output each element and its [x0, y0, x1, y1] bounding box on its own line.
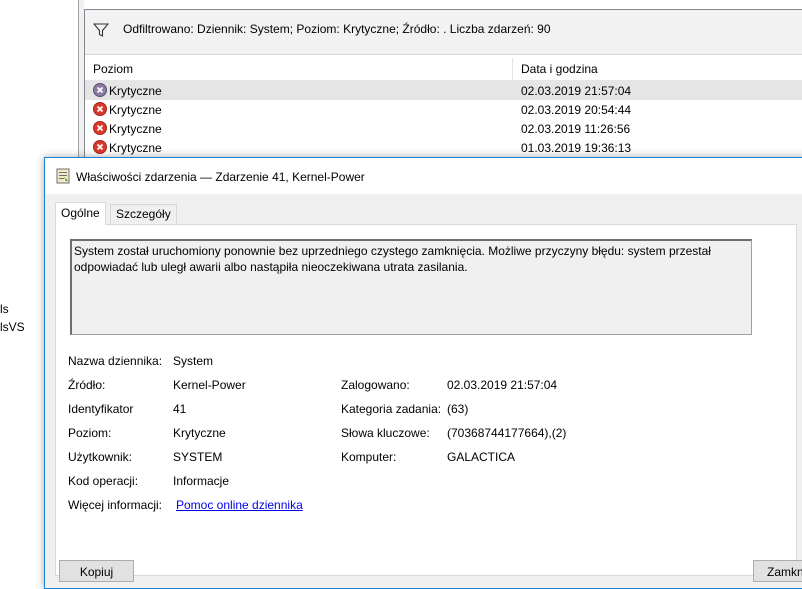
opcode-value: Informacje — [173, 474, 230, 488]
critical-error-icon — [93, 102, 107, 116]
title-bar[interactable]: Właściwości zdarzenia — Zdarzenie 41, Ke… — [45, 158, 802, 194]
filter-summary: Odfiltrowano: Dziennik: System; Poziom: … — [123, 22, 551, 36]
datetime-cell: 02.03.2019 20:54:44 — [521, 103, 632, 117]
computer-value: GALACTICA — [447, 450, 516, 464]
log-name-value: System — [173, 354, 214, 368]
level-cell: Krytyczne — [109, 141, 162, 155]
filter-bar: Odfiltrowano: Dziennik: System; Poziom: … — [85, 10, 802, 55]
event-properties-window: Właściwości zdarzenia — Zdarzenie 41, Ke… — [44, 157, 802, 589]
datetime-cell: 02.03.2019 21:57:04 — [521, 84, 632, 98]
more-info-label: Więcej informacji: — [68, 498, 163, 512]
tree-item[interactable]: ls — [0, 302, 9, 316]
table-row[interactable]: Krytyczne 02.03.2019 11:26:56 — [85, 119, 802, 138]
source-label: Źródło: — [68, 378, 106, 392]
opcode-label: Kod operacji: — [68, 474, 139, 488]
log-name-label: Nazwa dziennika: — [68, 354, 163, 368]
critical-error-icon — [93, 83, 107, 97]
copy-button[interactable]: Kopiuj — [59, 560, 134, 582]
close-button[interactable]: Zamkn — [753, 560, 802, 582]
level-cell: Krytyczne — [109, 122, 162, 136]
event-id-value: 41 — [173, 402, 187, 416]
event-properties-icon — [56, 168, 70, 184]
critical-error-icon — [93, 140, 107, 154]
table-row[interactable]: Krytyczne 02.03.2019 20:54:44 — [85, 100, 802, 119]
event-id-label: Identyfikator — [68, 402, 134, 416]
table-header: Poziom Data i godzina — [85, 58, 802, 81]
keywords-value: (70368744177664),(2) — [447, 426, 567, 440]
datetime-cell: 02.03.2019 11:26:56 — [521, 122, 631, 136]
level-value: Krytyczne — [173, 426, 226, 440]
table-row[interactable]: Krytyczne 01.03.2019 19:36:13 — [85, 138, 802, 157]
event-description[interactable]: System został uruchomiony ponownie bez u… — [70, 239, 752, 335]
level-cell: Krytyczne — [109, 103, 162, 117]
online-help-link[interactable]: Pomoc online dziennika — [176, 498, 303, 512]
source-value: Kernel-Power — [173, 378, 246, 392]
funnel-icon — [93, 23, 109, 37]
tree-item[interactable]: lsVS — [0, 320, 25, 334]
logged-value: 02.03.2019 21:57:04 — [447, 378, 558, 392]
window-title: Właściwości zdarzenia — Zdarzenie 41, Ke… — [76, 170, 365, 184]
level-cell: Krytyczne — [109, 84, 162, 98]
task-category-value: (63) — [447, 402, 469, 416]
level-label: Poziom: — [68, 426, 112, 440]
table-row[interactable]: Krytyczne 02.03.2019 21:57:04 — [85, 81, 802, 100]
logged-label: Zalogowano: — [341, 378, 410, 392]
keywords-label: Słowa kluczowe: — [341, 426, 430, 440]
column-divider[interactable] — [512, 58, 513, 80]
general-tab-panel: System został uruchomiony ponownie bez u… — [55, 224, 797, 576]
tab-details[interactable]: Szczegóły — [110, 204, 177, 224]
user-value: SYSTEM — [173, 450, 223, 464]
task-category-label: Kategoria zadania: — [341, 402, 442, 416]
column-header-datetime[interactable]: Data i godzina — [521, 62, 598, 76]
critical-error-icon — [93, 121, 107, 135]
user-label: Użytkownik: — [68, 450, 133, 464]
computer-label: Komputer: — [341, 450, 397, 464]
column-header-level[interactable]: Poziom — [93, 62, 133, 76]
tab-general[interactable]: Ogólne — [55, 202, 106, 225]
datetime-cell: 01.03.2019 19:36:13 — [521, 141, 632, 155]
